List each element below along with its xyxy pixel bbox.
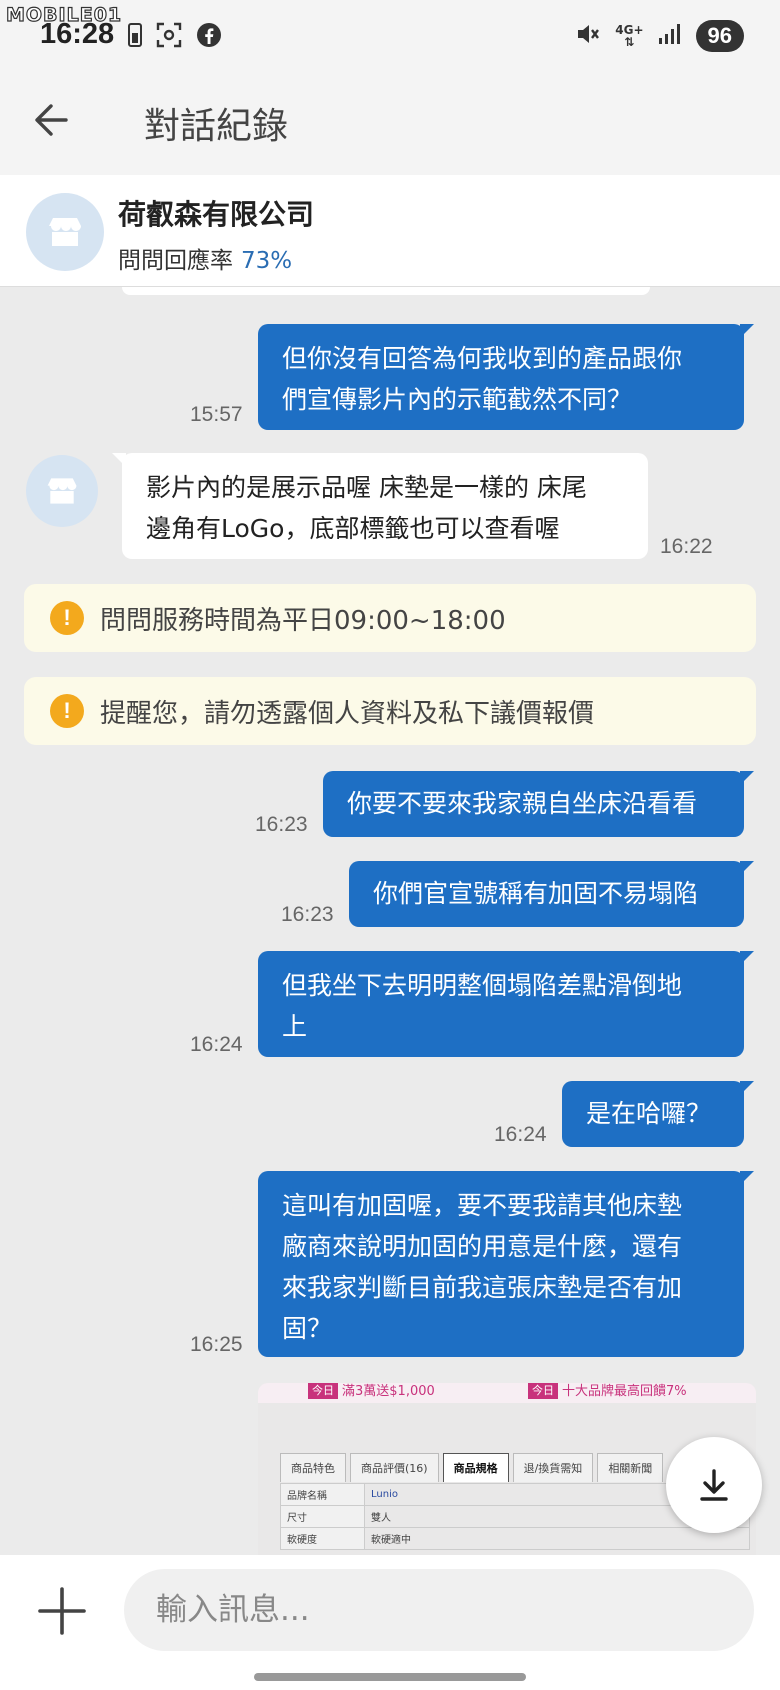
network-indicator: 4G+ ⇅ bbox=[615, 23, 644, 49]
message-line: 但我坐下去明明整個塌陷差點滑倒地 bbox=[282, 971, 683, 1000]
chat-history[interactable]: 但你沒有回答為何我收到的產品跟你 們宣傳影片內的示範截然不同？ 15:57 影片… bbox=[0, 287, 780, 1555]
spec-label: 軟硬度 bbox=[280, 1527, 365, 1550]
status-icons-right: 4G+ ⇅ 96 bbox=[575, 20, 744, 52]
message-line: 影片內的是展示品喔 床墊是一樣的 床尾 bbox=[146, 473, 587, 502]
outgoing-message: 是在哈囉？ bbox=[562, 1081, 754, 1147]
spec-tab: 退/換貨需知 bbox=[512, 1453, 594, 1482]
message-input[interactable] bbox=[124, 1569, 754, 1651]
sim-icon bbox=[128, 23, 142, 51]
table-row: 軟硬度 軟硬適中 bbox=[280, 1527, 750, 1550]
message-line: 們宣傳影片內的示範截然不同？ bbox=[282, 385, 633, 414]
page-title: 對話紀錄 bbox=[144, 106, 289, 147]
back-arrow-icon bbox=[35, 104, 68, 136]
shop-name: 荷叡森有限公司 bbox=[118, 198, 315, 231]
outgoing-message: 但我坐下去明明整個塌陷差點滑倒地 上 bbox=[258, 951, 754, 1057]
message-line: 上 bbox=[282, 1012, 308, 1041]
shop-card[interactable]: 荷叡森有限公司 問問回應率 73% bbox=[0, 175, 780, 287]
message-line: 邊角有LoGo，底部標籤也可以查看喔 bbox=[146, 514, 560, 543]
message-timestamp: 16:25 bbox=[190, 1333, 243, 1356]
store-icon bbox=[49, 218, 81, 246]
spec-label: 品牌名稱 bbox=[280, 1483, 365, 1506]
response-rate-value: 73% bbox=[241, 248, 293, 274]
promo-tag: 今日 bbox=[528, 1383, 558, 1399]
shop-avatar-small bbox=[26, 455, 98, 527]
outgoing-message: 這叫有加固喔，要不要我請其他床墊 廠商來說明加固的用意是什麼，還有 來我家判斷目… bbox=[258, 1171, 754, 1357]
outgoing-message: 你要不要來我家親自坐床沿看看 bbox=[323, 771, 754, 837]
incoming-message: 影片內的是展示品喔 床墊是一樣的 床尾 邊角有LoGo，底部標籤也可以查看喔 bbox=[112, 453, 648, 559]
signal-icon bbox=[658, 23, 682, 49]
store-icon bbox=[47, 478, 77, 504]
promo-text: 滿3萬送$1,000 bbox=[342, 1384, 435, 1399]
warning-icon: ! bbox=[50, 694, 84, 728]
message-timestamp: 16:24 bbox=[494, 1123, 547, 1146]
privacy-reminder-notice: ! 提醒您，請勿透露個人資料及私下議價報價 bbox=[24, 677, 756, 745]
screenshot-icon bbox=[156, 22, 182, 52]
message-line: 是在哈囉？ bbox=[586, 1099, 712, 1128]
service-hours-notice: ! 問問服務時間為平日09:00~18:00 bbox=[24, 584, 756, 652]
back-button[interactable] bbox=[30, 97, 76, 143]
warning-icon: ! bbox=[50, 601, 84, 635]
spec-label: 尺寸 bbox=[280, 1505, 365, 1528]
notice-text: 問問服務時間為平日09:00~18:00 bbox=[100, 605, 506, 636]
message-composer bbox=[0, 1555, 780, 1690]
message-timestamp: 16:22 bbox=[660, 535, 713, 558]
response-rate-label: 問問回應率 bbox=[118, 248, 233, 274]
spec-tab: 商品評價(16) bbox=[350, 1453, 439, 1482]
status-icons-left bbox=[128, 22, 222, 52]
mute-icon bbox=[575, 21, 601, 51]
message-line: 來我家判斷目前我這張床墊是否有加 bbox=[282, 1273, 683, 1302]
message-line: 固？ bbox=[282, 1314, 333, 1343]
home-indicator[interactable] bbox=[254, 1673, 526, 1681]
outgoing-message: 你們官宣號稱有加固不易塌陷 bbox=[349, 861, 754, 927]
spec-value: 軟硬適中 bbox=[364, 1527, 750, 1550]
notice-text: 提醒您，請勿透露個人資料及私下議價報價 bbox=[100, 698, 595, 729]
outgoing-message: 但你沒有回答為何我收到的產品跟你 們宣傳影片內的示範截然不同？ bbox=[258, 324, 754, 430]
battery-indicator: 96 bbox=[695, 20, 744, 52]
message-timestamp: 15:57 bbox=[190, 403, 243, 426]
previous-message-edge bbox=[122, 287, 650, 295]
promo-text: 十大品牌最高回饋7% bbox=[562, 1384, 687, 1399]
spec-tab: 商品特色 bbox=[280, 1453, 346, 1482]
message-line: 這叫有加固喔，要不要我請其他床墊 bbox=[282, 1191, 683, 1220]
promo-tag: 今日 bbox=[308, 1383, 338, 1399]
message-line: 你們官宣號稱有加固不易塌陷 bbox=[373, 879, 699, 908]
add-attachment-button[interactable] bbox=[36, 1585, 88, 1637]
download-button[interactable] bbox=[666, 1437, 762, 1533]
message-timestamp: 16:23 bbox=[255, 813, 308, 836]
status-bar: MOBILE01 16:28 4G+ ⇅ 96 bbox=[0, 0, 780, 75]
message-line: 但你沒有回答為何我收到的產品跟你 bbox=[282, 344, 683, 373]
message-timestamp: 16:24 bbox=[190, 1033, 243, 1056]
plus-icon bbox=[38, 1587, 86, 1635]
app-header: 對話紀錄 bbox=[0, 75, 780, 175]
download-icon bbox=[700, 1469, 728, 1501]
shop-avatar bbox=[26, 193, 104, 271]
message-timestamp: 16:23 bbox=[281, 903, 334, 926]
spec-tab-active: 商品規格 bbox=[442, 1453, 509, 1482]
message-line: 你要不要來我家親自坐床沿看看 bbox=[347, 789, 698, 818]
spec-tab: 相關新聞 bbox=[597, 1453, 664, 1482]
shop-response-rate: 問問回應率 73% bbox=[118, 241, 292, 275]
spec-tabs: 商品特色 商品評價(16) 商品規格 退/換貨需知 相關新聞 bbox=[280, 1453, 667, 1482]
message-line: 廠商來說明加固的用意是什麼，還有 bbox=[282, 1232, 683, 1261]
facebook-icon bbox=[196, 22, 222, 52]
status-time: 16:28 bbox=[40, 18, 115, 50]
